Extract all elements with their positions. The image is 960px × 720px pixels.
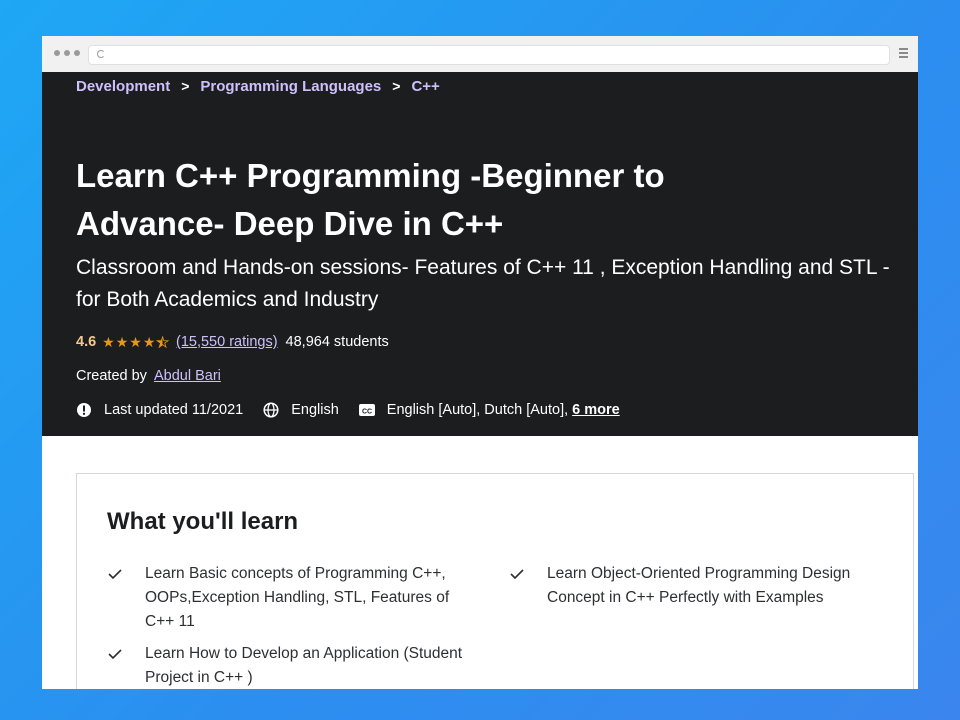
last-updated-text: Last updated 11/2021 [104, 402, 244, 418]
star-icon: ★ [115, 334, 129, 350]
course-subtitle: Classroom and Hands-on sessions- Feature… [76, 256, 890, 311]
breadcrumb-cpp[interactable]: C++ [411, 78, 439, 95]
ratings-count-link[interactable]: (15,550 ratings) [176, 334, 278, 350]
svg-text:CC: CC [362, 409, 372, 416]
window-dot[interactable] [74, 50, 80, 56]
course-meta-row: Last updated 11/2021 English CC English … [76, 402, 640, 418]
star-icon: ★ [102, 334, 115, 350]
breadcrumb-programming-languages[interactable]: Programming Languages [200, 78, 381, 95]
what-youll-learn-heading: What you'll learn [107, 508, 299, 535]
browser-window: Development > Programming Languages > C+… [42, 36, 918, 689]
address-bar[interactable] [88, 45, 890, 65]
star-icon: ★ [142, 334, 156, 350]
globe-icon [263, 402, 279, 418]
learn-item: Learn How to Develop an Application (Stu… [107, 642, 467, 689]
window-controls[interactable] [54, 50, 80, 56]
alert-icon [77, 403, 91, 417]
star-icon: ★ [129, 334, 142, 350]
breadcrumb-separator: > [392, 78, 401, 94]
students-count: 48,964 students [285, 334, 389, 350]
created-by-row: Created by Abdul Bari [76, 368, 221, 384]
captions-text: English [Auto], Dutch [Auto], [386, 402, 569, 418]
learn-item: Learn Basic concepts of Programming C++,… [107, 562, 467, 634]
course-title: Learn C++ Programming -Beginner to Advan… [76, 152, 796, 248]
window-dot[interactable] [54, 50, 60, 56]
course-title-line-2: Advance- Deep Dive in C++ [76, 205, 504, 242]
what-youll-learn-section: What you'll learn Learn Basic concepts o… [76, 473, 914, 689]
learn-item-text: Learn Basic concepts of Programming C++,… [145, 565, 450, 630]
check-icon [108, 569, 122, 580]
star-icon: ★ [156, 334, 169, 350]
rating-value: 4.6 [76, 334, 97, 350]
reload-icon[interactable] [97, 50, 105, 58]
breadcrumb: Development > Programming Languages > C+… [76, 74, 440, 98]
star-rating: ★ ★ ★ ★ ★ [102, 334, 170, 350]
language-text: English [291, 402, 339, 418]
last-updated: Last updated 11/2021 [76, 402, 243, 418]
course-language: English [263, 402, 339, 418]
rating-row: 4.6 ★ ★ ★ ★ ★ (15,550 ratings) 48,964 studen… [76, 334, 389, 350]
course-title-line-1: Learn C++ Programming -Beginner to [76, 157, 665, 194]
menu-icon[interactable] [899, 48, 908, 60]
learn-item-text: Learn Object-Oriented Programming Design… [547, 565, 851, 606]
learn-item-text: Learn How to Develop an Application (Stu… [145, 645, 463, 686]
browser-toolbar [42, 36, 918, 73]
created-by-label: Created by [76, 368, 147, 384]
breadcrumb-development[interactable]: Development [76, 78, 170, 95]
learn-item: Learn Object-Oriented Programming Design… [509, 562, 869, 610]
window-dot[interactable] [64, 50, 70, 56]
breadcrumb-separator: > [181, 78, 190, 94]
author-link[interactable]: Abdul Bari [154, 368, 221, 384]
closed-captions-icon: CC [358, 404, 375, 416]
check-icon [510, 569, 524, 580]
course-captions: CC English [Auto], Dutch [Auto], 6 more [358, 402, 620, 418]
captions-more-link[interactable]: 6 more [572, 402, 620, 418]
check-icon [108, 649, 122, 660]
course-header: Development > Programming Languages > C+… [42, 72, 918, 436]
